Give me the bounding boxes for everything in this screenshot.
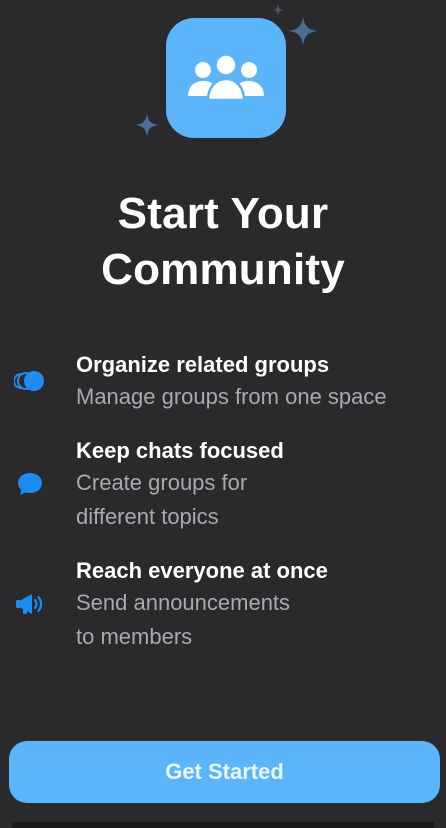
title-line-1: Start Your	[117, 189, 329, 238]
page-title: Start Your Community	[0, 186, 446, 298]
toggle-circles-icon	[14, 371, 44, 391]
get-started-button[interactable]: Get Started	[9, 741, 440, 803]
feature-title: Reach everyone at once	[76, 558, 328, 583]
megaphone-icon	[16, 594, 43, 614]
sparkle-small-icon	[272, 4, 284, 16]
group-icon	[188, 53, 264, 102]
sparkle-icon	[135, 113, 159, 137]
feature-subtitle: to members	[76, 624, 193, 649]
get-started-label: Get Started	[165, 759, 284, 784]
chat-bubble-icon	[18, 473, 42, 495]
feature-subtitle: Manage groups from one space	[76, 384, 387, 409]
title-line-2: Community	[101, 245, 345, 294]
feature-title: Organize related groups	[76, 352, 330, 377]
feature-subtitle: Send announcements	[76, 590, 291, 615]
sparkle-icon	[288, 16, 318, 46]
feature-subtitle: different topics	[76, 504, 219, 529]
community-hero-icon	[166, 18, 286, 138]
feature-subtitle: Create groups for	[76, 470, 248, 495]
bottom-bar	[12, 822, 434, 828]
feature-title: Keep chats focused	[76, 438, 284, 463]
